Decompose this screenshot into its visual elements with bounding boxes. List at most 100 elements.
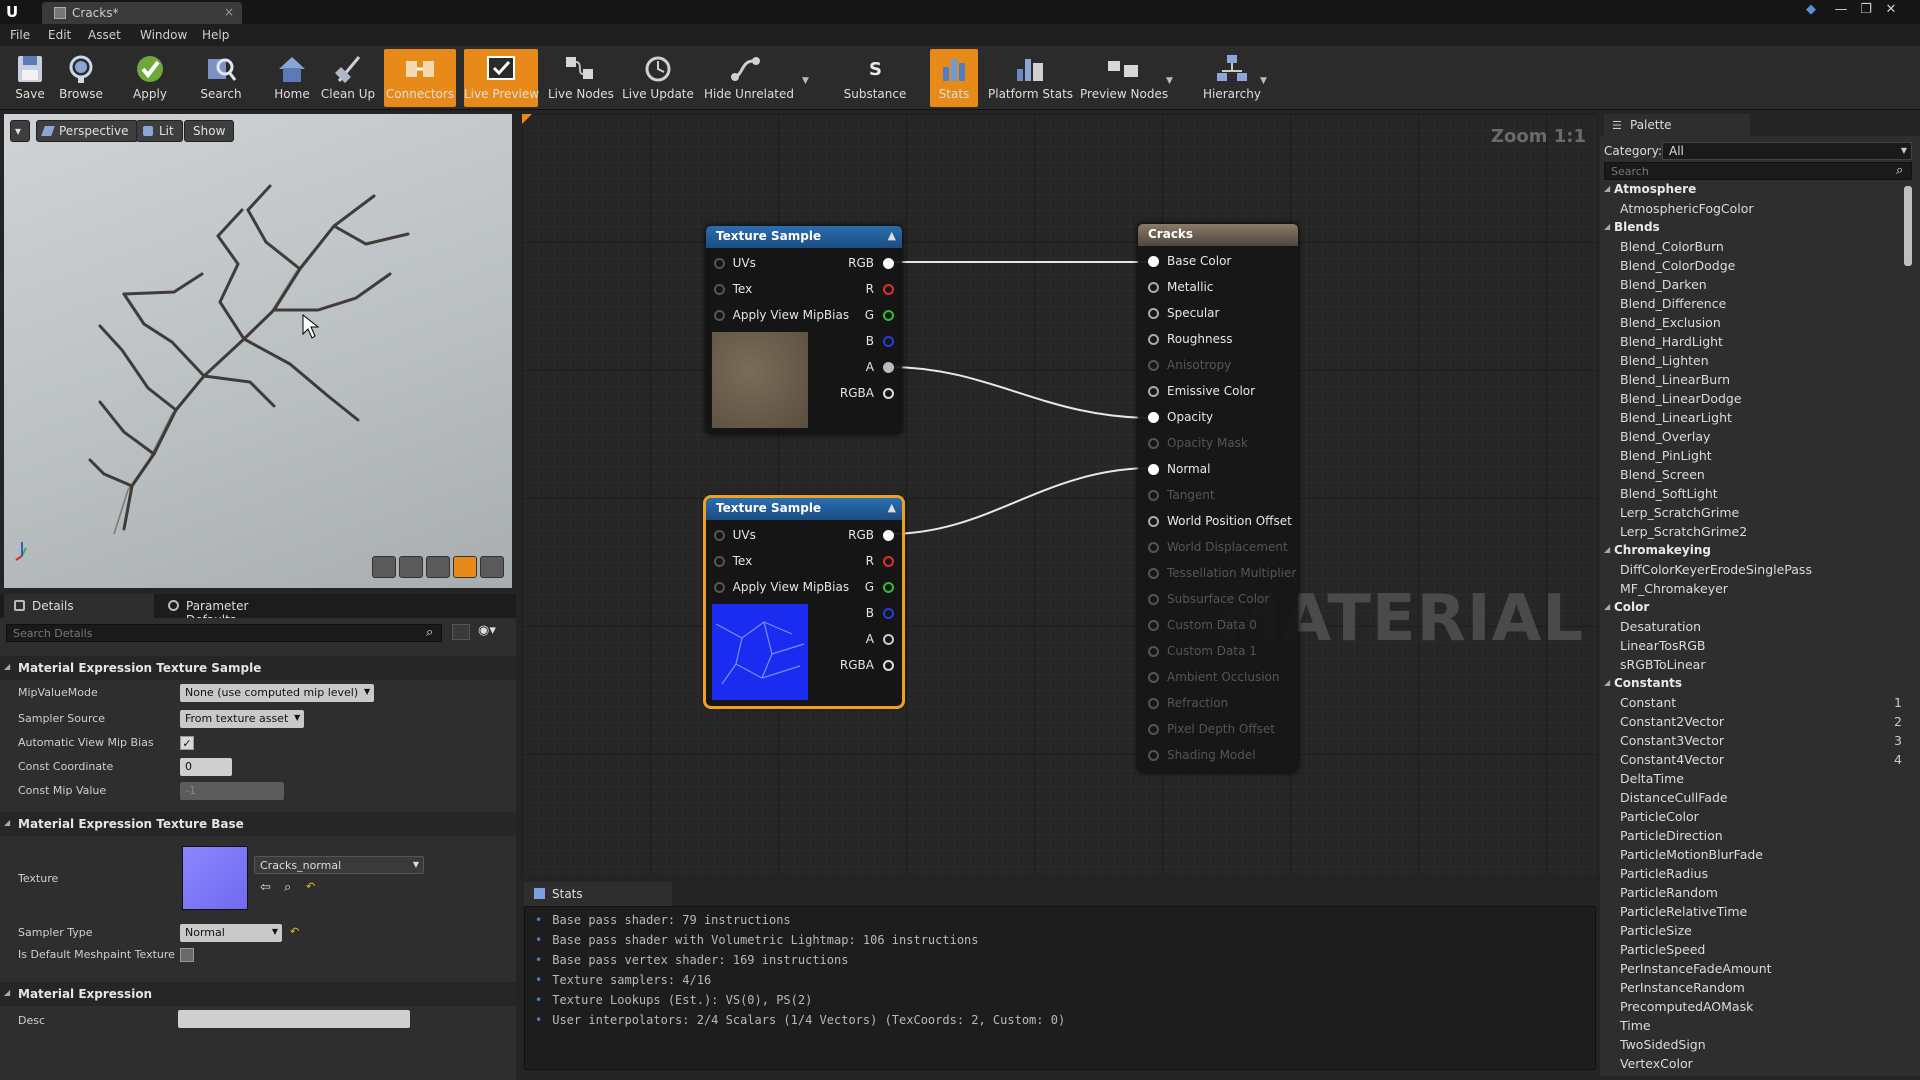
- cylinder-shape-button[interactable]: [372, 556, 396, 578]
- section-material-expression[interactable]: Material Expression: [0, 982, 516, 1006]
- palette-item[interactable]: Blend_LinearLight: [1606, 410, 1906, 429]
- palette-item[interactable]: Blend_Exclusion: [1606, 315, 1906, 334]
- pin-icon[interactable]: [1148, 750, 1159, 761]
- close-window-button[interactable]: ✕: [1880, 2, 1902, 20]
- output-rgba-pin[interactable]: [883, 660, 894, 671]
- palette-item[interactable]: ParticleSize: [1606, 923, 1906, 942]
- live-preview-button[interactable]: Live Preview: [464, 49, 539, 107]
- apply-button[interactable]: Apply: [128, 49, 172, 107]
- output-r-pin[interactable]: [883, 284, 894, 295]
- hide-unrelated-button[interactable]: Hide Unrelated: [704, 49, 794, 107]
- pin-icon[interactable]: [1148, 620, 1159, 631]
- result-pin-opacity-mask[interactable]: Opacity Mask: [1148, 436, 1248, 450]
- pin-icon[interactable]: [1148, 516, 1159, 527]
- browse-asset-icon[interactable]: ⌕: [284, 880, 291, 895]
- palette-item[interactable]: Time: [1606, 1018, 1906, 1037]
- palette-item[interactable]: ParticleDirection: [1606, 828, 1906, 847]
- palette-item[interactable]: Blend_Difference: [1606, 296, 1906, 315]
- palette-item[interactable]: DeltaTime: [1606, 771, 1906, 790]
- palette-item[interactable]: Blend_HardLight: [1606, 334, 1906, 353]
- result-pin-base-color[interactable]: Base Color: [1148, 254, 1231, 268]
- minimize-button[interactable]: —: [1830, 2, 1852, 20]
- result-pin-tangent[interactable]: Tangent: [1148, 488, 1215, 502]
- palette-item[interactable]: Lerp_ScratchGrime2: [1606, 524, 1906, 543]
- input-apply-view-mipbias[interactable]: Apply View MipBias: [714, 308, 849, 322]
- auto-view-mip-bias-checkbox[interactable]: ✓: [180, 736, 194, 750]
- close-tab-icon[interactable]: ×: [224, 5, 234, 19]
- pin-icon[interactable]: [1148, 256, 1159, 267]
- result-pin-anisotropy[interactable]: Anisotropy: [1148, 358, 1231, 372]
- input-tex[interactable]: Tex: [714, 282, 752, 296]
- pin-icon[interactable]: [1148, 412, 1159, 423]
- texture-thumbnail[interactable]: [182, 846, 248, 910]
- palette-item[interactable]: DiffColorKeyerErodeSinglePass: [1606, 562, 1906, 581]
- palette-item[interactable]: PerInstanceFadeAmount: [1606, 961, 1906, 980]
- pin-icon[interactable]: [1148, 282, 1159, 293]
- section-texture-base[interactable]: Material Expression Texture Base: [0, 812, 516, 836]
- view-options-icon[interactable]: [452, 624, 470, 640]
- home-button[interactable]: Home: [270, 49, 314, 107]
- result-pin-roughness[interactable]: Roughness: [1148, 332, 1232, 346]
- output-a-pin[interactable]: [883, 634, 894, 645]
- result-pin-world-position-offset[interactable]: World Position Offset: [1148, 514, 1292, 528]
- result-node-header[interactable]: Cracks: [1138, 224, 1298, 246]
- pin-icon[interactable]: [1148, 672, 1159, 683]
- const-coordinate-input[interactable]: 0: [180, 758, 232, 776]
- lit-button[interactable]: Lit: [136, 120, 183, 142]
- menu-help[interactable]: Help: [202, 28, 229, 42]
- const-mip-value-input[interactable]: -1: [180, 782, 284, 800]
- palette-scrollbar[interactable]: [1904, 186, 1912, 266]
- details-search-input[interactable]: Search Details: [6, 624, 442, 642]
- menu-edit[interactable]: Edit: [48, 28, 71, 42]
- pin-icon[interactable]: [714, 258, 725, 269]
- pin-icon[interactable]: [714, 556, 725, 567]
- connectors-button[interactable]: Connectors: [384, 49, 456, 107]
- palette-item[interactable]: Constant4Vector 4: [1606, 752, 1906, 771]
- document-tab[interactable]: Cracks* ×: [42, 2, 242, 24]
- default-meshpaint-checkbox[interactable]: [180, 948, 194, 962]
- pin-icon[interactable]: [1148, 542, 1159, 553]
- sampler-type-dropdown[interactable]: Normal: [180, 924, 282, 942]
- result-pin-custom-data-1[interactable]: Custom Data 1: [1148, 644, 1257, 658]
- clean-up-button[interactable]: Clean Up: [320, 49, 376, 107]
- show-button[interactable]: Show: [184, 120, 235, 142]
- palette-item[interactable]: Blend_LinearDodge: [1606, 391, 1906, 410]
- palette-item[interactable]: Blend_ColorBurn: [1606, 239, 1906, 258]
- texture-sample-node-1[interactable]: Texture Sample ▲ UVs Tex Apply View MipBi…: [706, 226, 902, 434]
- substance-button[interactable]: S Substance: [840, 49, 910, 107]
- palette-item[interactable]: MF_Chromakeyer: [1606, 581, 1906, 600]
- palette-item[interactable]: Blend_Overlay: [1606, 429, 1906, 448]
- result-pin-custom-data-0[interactable]: Custom Data 0: [1148, 618, 1257, 632]
- palette-item[interactable]: Constant3Vector 3: [1606, 733, 1906, 752]
- palette-category-atmosphere[interactable]: Atmosphere: [1604, 182, 1906, 201]
- menu-asset[interactable]: Asset: [88, 28, 121, 42]
- result-pin-world-displacement[interactable]: World Displacement: [1148, 540, 1288, 554]
- live-nodes-button[interactable]: Live Nodes: [548, 49, 614, 107]
- plane-shape-button[interactable]: [426, 556, 450, 578]
- preview-viewport[interactable]: ▾ Perspective Lit Show: [4, 114, 512, 588]
- sampler-source-dropdown[interactable]: From texture asset: [180, 710, 305, 728]
- input-tex[interactable]: Tex: [714, 554, 752, 568]
- output-a-pin[interactable]: [883, 362, 894, 373]
- material-graph[interactable]: Zoom 1:1 MATERIAL Texture Sample ▲ UVs Te…: [522, 114, 1596, 876]
- palette-item[interactable]: AtmosphericFogColor: [1606, 201, 1906, 220]
- feedback-icon[interactable]: ◆: [1800, 2, 1822, 20]
- palette-item[interactable]: ParticleRelativeTime: [1606, 904, 1906, 923]
- tab-stats[interactable]: Stats: [524, 882, 672, 906]
- mip-value-mode-dropdown[interactable]: None (use computed mip level): [180, 684, 375, 702]
- palette-item[interactable]: ParticleMotionBlurFade: [1606, 847, 1906, 866]
- browse-button[interactable]: Browse: [56, 49, 106, 107]
- palette-category-constants[interactable]: Constants: [1604, 676, 1906, 695]
- pin-icon[interactable]: [1148, 386, 1159, 397]
- eye-icon[interactable]: ◉▾: [478, 623, 496, 638]
- palette-item[interactable]: Blend_Lighten: [1606, 353, 1906, 372]
- palette-item[interactable]: ParticleRandom: [1606, 885, 1906, 904]
- pin-icon[interactable]: [1148, 464, 1159, 475]
- maximize-button[interactable]: ❐: [1855, 2, 1877, 20]
- input-uvs[interactable]: UVs: [714, 256, 756, 270]
- use-selected-arrow-icon[interactable]: ⇦: [260, 880, 271, 895]
- pin-icon[interactable]: [714, 310, 725, 321]
- platform-stats-button[interactable]: Platform Stats: [988, 49, 1073, 107]
- pin-icon[interactable]: [1148, 334, 1159, 345]
- reset-yellow-arrow-icon[interactable]: ↶: [306, 880, 315, 893]
